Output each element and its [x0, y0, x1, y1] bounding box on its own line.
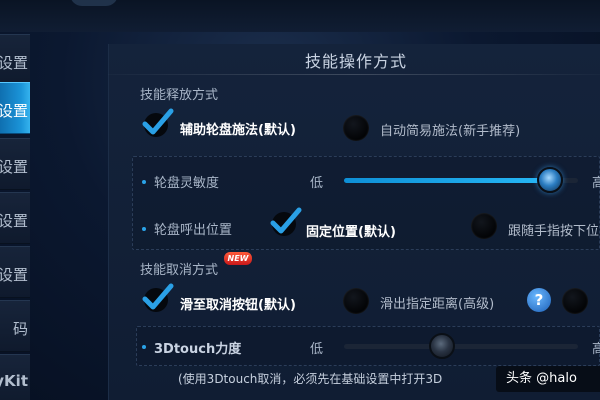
title-divider — [108, 74, 600, 75]
sidebar-tab-label: 设置 — [0, 102, 28, 120]
sidebar-tab-5[interactable]: 设置 — [0, 246, 30, 298]
sidebar-tab-label: 设置 — [0, 212, 28, 230]
sidebar-tab-label: 设置 — [0, 54, 28, 72]
touch3d-low-label: 低 — [310, 342, 324, 357]
touch3d-high-label: 高 — [592, 342, 600, 357]
release-section-label: 技能释放方式 — [140, 88, 219, 103]
new-badge: NEW — [224, 252, 252, 265]
sensitivity-slider-thumb[interactable] — [536, 167, 563, 193]
checkmark-icon[interactable] — [268, 207, 302, 237]
top-bar — [0, 0, 600, 32]
question-mark-icon[interactable]: ? — [527, 288, 551, 312]
sidebar-tab-4[interactable]: 设置 — [0, 192, 30, 244]
option-auto-cast[interactable]: 自动简易施法(新手推荐) — [380, 120, 520, 139]
radio-auto-cast[interactable] — [343, 115, 369, 141]
touch3d-label: 3Dtouch力度 — [154, 342, 242, 357]
sidebar-tab-1[interactable]: 设置 — [0, 34, 30, 86]
sidebar: 设置 设置 设置 设置 设置 码 yKit — [0, 34, 30, 400]
watermark: 头条 @halo — [496, 366, 600, 392]
checkmark-icon[interactable] — [140, 283, 174, 313]
sidebar-tab-label: 码 — [12, 320, 28, 338]
radio-drag-distance[interactable] — [343, 288, 369, 314]
touch3d-footnote: (使用3Dtouch取消，必须先在基础设置中打开3D — [178, 372, 443, 386]
radio-follow-finger[interactable] — [471, 213, 497, 239]
option-fixed-position[interactable]: 固定位置(默认) — [306, 221, 396, 240]
sidebar-tab-3[interactable]: 设置 — [0, 138, 30, 190]
sidebar-tab-2-active[interactable]: 设置 — [0, 82, 30, 134]
option-drag-distance[interactable]: 滑出指定距离(高级) — [380, 293, 494, 312]
sensitivity-label: 轮盘灵敏度 — [154, 176, 220, 191]
wheel-position-label: 轮盘呼出位置 — [154, 223, 233, 238]
sensitivity-low-label: 低 — [310, 176, 324, 191]
radio-extra-option[interactable] — [562, 288, 588, 314]
sidebar-tab-7[interactable]: yKit — [0, 354, 30, 400]
top-ornament — [70, 0, 118, 6]
panel-title: 技能操作方式 — [304, 52, 407, 71]
touch3d-slider-track[interactable] — [344, 344, 578, 349]
checkmark-icon[interactable] — [140, 108, 174, 138]
sensitivity-high-label: 高 — [592, 176, 600, 191]
option-slide-cancel[interactable]: 滑至取消按钮(默认) — [180, 294, 296, 313]
sidebar-tab-label: 设置 — [0, 158, 28, 176]
bullet-dot — [142, 180, 146, 184]
sidebar-tab-label: yKit — [0, 372, 28, 390]
cancel-section-label: 技能取消方式 — [140, 263, 219, 278]
sidebar-tab-6[interactable]: 码 — [0, 300, 30, 352]
game-settings-screen: 设置 设置 设置 设置 设置 码 yKit 技能操作方式 技能释放方式 辅助轮盘… — [0, 0, 600, 400]
bullet-dot — [142, 227, 146, 231]
sidebar-tab-label: 设置 — [0, 266, 28, 284]
option-assist-wheel[interactable]: 辅助轮盘施法(默认) — [180, 119, 296, 138]
sensitivity-slider-fill — [344, 178, 550, 183]
bullet-dot — [142, 345, 146, 349]
option-follow-finger[interactable]: 跟随手指按下位 — [508, 220, 599, 239]
